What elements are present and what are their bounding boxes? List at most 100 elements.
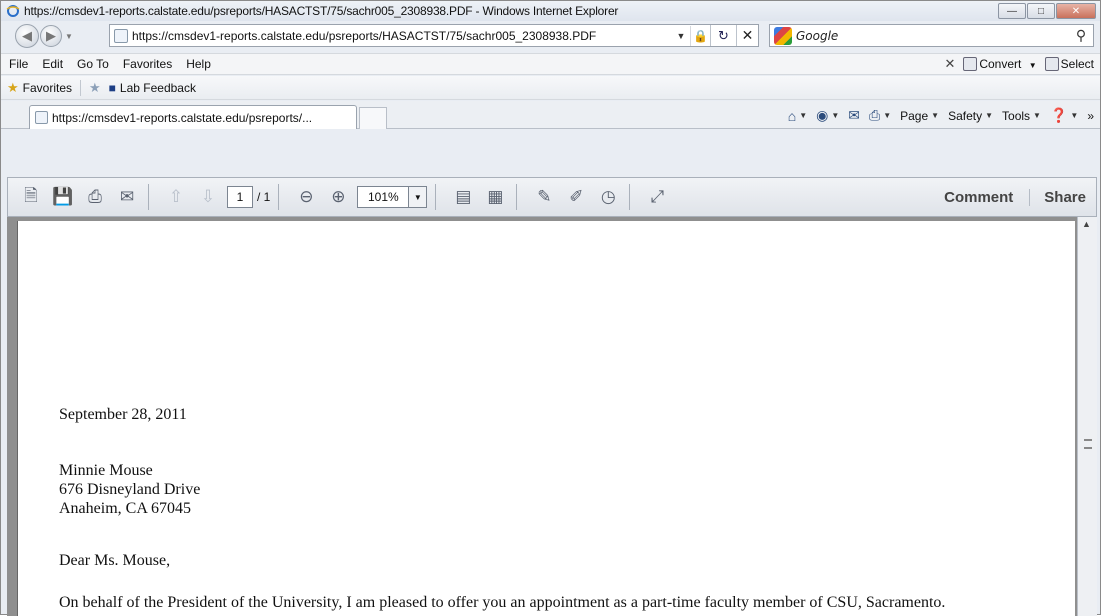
divider: [516, 184, 518, 210]
fit-width-icon[interactable]: ▦: [482, 184, 508, 210]
menu-favorites[interactable]: Favorites: [116, 57, 179, 71]
address-dropdown-icon[interactable]: ▼: [672, 31, 690, 41]
pdf-toolbar: 🗎 💾 ⎙ ✉ ⇧ ⇩ 1 / 1 ⊖ ⊕ 101% ▼ ▤ ▦ ✎ ✐ ◷ ⤢…: [7, 177, 1097, 217]
tab-pdf-document[interactable]: https://cmsdev1-reports.calstate.edu/psr…: [29, 105, 357, 129]
email-icon[interactable]: ✉: [114, 184, 140, 210]
convert-dropdown-icon[interactable]: ▼: [1029, 61, 1037, 70]
stop-icon[interactable]: ✕: [736, 25, 758, 46]
share-button[interactable]: Share: [1029, 188, 1096, 206]
sign-icon[interactable]: ✎: [531, 184, 557, 210]
divider: [148, 184, 149, 210]
pdf-tasks: Comment Share: [928, 178, 1096, 216]
letter-salutation: Dear Ms. Mouse,: [59, 552, 171, 569]
scroll-thumb[interactable]: [1084, 439, 1092, 449]
minimize-button[interactable]: —: [998, 3, 1026, 19]
printer-icon: ⎙: [868, 107, 881, 123]
favorites-star-icon[interactable]: ★: [7, 80, 19, 96]
zoom-input[interactable]: 101%: [357, 186, 410, 208]
favorite-lab-feedback[interactable]: Lab Feedback: [120, 81, 196, 95]
mail-icon: ✉: [848, 107, 860, 123]
address-bar[interactable]: https://cmsdev1-reports.calstate.edu/psr…: [109, 24, 759, 47]
chevron-down-icon: ▼: [1070, 111, 1079, 120]
previous-page-icon[interactable]: ⇧: [163, 184, 189, 210]
convert-label: Convert: [979, 56, 1022, 71]
select-button[interactable]: Select: [1044, 56, 1094, 72]
close-addon-icon[interactable]: ✕: [944, 56, 955, 72]
maximize-button[interactable]: □: [1027, 3, 1055, 19]
more-commands-icon[interactable]: »: [1087, 109, 1094, 123]
recipient-address-line2: Anaheim, CA 67045: [59, 500, 191, 517]
search-input[interactable]: Google: [796, 29, 1069, 43]
convert-icon: [963, 57, 978, 72]
print-icon[interactable]: ⎙: [82, 184, 108, 210]
page-menu[interactable]: Page ▼: [900, 109, 939, 123]
favorites-bar: ★ Favorites ★ ■ Lab Feedback: [1, 76, 1100, 100]
rss-icon: ◉: [816, 107, 829, 123]
letter-date: September 28, 2011: [59, 406, 187, 423]
document-viewer[interactable]: September 28, 2011 Minnie Mouse 676 Disn…: [7, 217, 1097, 616]
refresh-icon[interactable]: ↻: [710, 25, 736, 46]
menu-edit[interactable]: Edit: [35, 57, 70, 71]
lab-feedback-icon: ■: [108, 80, 116, 95]
divider: [80, 79, 82, 96]
window-title: https://cmsdev1-reports.calstate.edu/psr…: [24, 4, 619, 18]
convert-button[interactable]: Convert ▼: [963, 56, 1037, 72]
back-button[interactable]: ◀: [15, 24, 39, 48]
zoom-dropdown-icon[interactable]: ▼: [409, 186, 428, 208]
address-url[interactable]: https://cmsdev1-reports.calstate.edu/psr…: [132, 29, 672, 43]
lock-icon[interactable]: 🔒: [690, 25, 710, 46]
menu-go-to[interactable]: Go To: [70, 57, 116, 71]
menu-help[interactable]: Help: [179, 57, 218, 71]
tab-row: https://cmsdev1-reports.calstate.edu/psr…: [1, 101, 1100, 129]
scroll-up-icon[interactable]: ▲: [1082, 219, 1091, 229]
zoom-out-icon[interactable]: ⊖: [293, 184, 319, 210]
fit-page-icon[interactable]: ▤: [450, 184, 476, 210]
chevron-down-icon: ▼: [985, 111, 994, 120]
tools-menu-label: Tools: [1002, 108, 1031, 123]
full-screen-icon[interactable]: ⤢: [644, 184, 670, 210]
page-number-input[interactable]: 1: [227, 186, 253, 208]
safety-menu[interactable]: Safety ▼: [948, 109, 993, 123]
favorites-button[interactable]: Favorites: [23, 81, 72, 95]
next-page-icon[interactable]: ⇩: [195, 184, 221, 210]
feeds-button[interactable]: ◉ ▼: [816, 107, 839, 124]
select-label: Select: [1060, 56, 1094, 71]
add-favorite-icon[interactable]: ★: [89, 80, 101, 96]
divider: [629, 184, 631, 210]
menu-bar: File Edit Go To Favorites Help ✕ Convert…: [1, 53, 1100, 75]
navigation-bar: ◀ ▶ ▼ https://cmsdev1-reports.calstate.e…: [1, 21, 1100, 51]
pdf-addon-toolbar: ✕ Convert ▼ Select: [944, 56, 1094, 72]
highlight-icon[interactable]: ✐: [563, 184, 589, 210]
help-menu[interactable]: ❓ ▼: [1050, 107, 1078, 124]
close-window-button[interactable]: ✕: [1056, 3, 1096, 19]
select-icon: [1044, 57, 1059, 72]
new-tab-button[interactable]: [359, 107, 387, 129]
vertical-scrollbar[interactable]: ▲: [1077, 217, 1097, 616]
title-bar: https://cmsdev1-reports.calstate.edu/psr…: [1, 1, 1100, 21]
search-icon[interactable]: ⚲: [1069, 27, 1093, 44]
forward-button[interactable]: ▶: [40, 25, 62, 47]
google-icon: [774, 26, 792, 45]
create-pdf-icon[interactable]: 🗎: [18, 184, 44, 210]
zoom-in-icon[interactable]: ⊕: [325, 184, 351, 210]
search-box[interactable]: Google ⚲: [769, 24, 1094, 47]
comment-button[interactable]: Comment: [928, 189, 1029, 206]
save-icon[interactable]: 💾: [50, 184, 76, 210]
chevron-down-icon: ▼: [831, 111, 840, 120]
divider: [278, 184, 280, 210]
stamp-icon[interactable]: ◷: [595, 184, 621, 210]
menu-file[interactable]: File: [1, 57, 35, 71]
print-button[interactable]: ⎙ ▼: [869, 107, 891, 124]
recipient-address-line1: 676 Disneyland Drive: [59, 481, 201, 498]
recent-pages-dropdown-icon[interactable]: ▼: [65, 32, 73, 41]
ie-window: https://cmsdev1-reports.calstate.edu/psr…: [0, 0, 1101, 616]
page-icon: [114, 28, 128, 43]
read-mail-button[interactable]: ✉: [848, 107, 860, 124]
home-button[interactable]: ⌂ ▼: [788, 108, 807, 124]
letter-body: On behalf of the President of the Univer…: [59, 594, 946, 611]
tab-page-icon: [35, 111, 48, 124]
ie-logo-icon: [6, 5, 20, 17]
tools-menu[interactable]: Tools ▼: [1002, 109, 1041, 123]
pdf-page: September 28, 2011 Minnie Mouse 676 Disn…: [17, 221, 1075, 616]
help-icon: ❓: [1049, 107, 1068, 123]
